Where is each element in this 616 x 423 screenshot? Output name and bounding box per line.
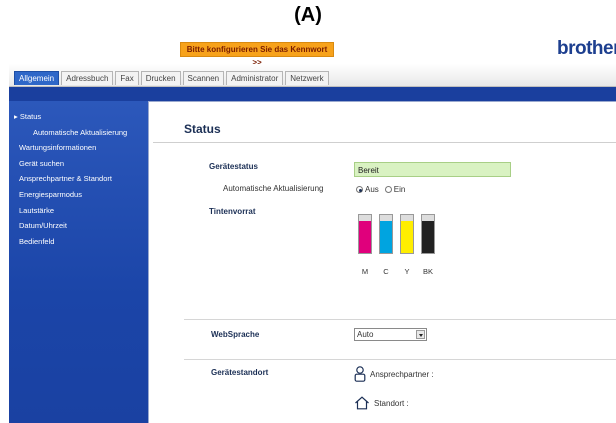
chevron-right-icon: ▸	[14, 112, 18, 121]
tab-allgemein[interactable]: Allgemein	[14, 71, 60, 85]
device-status-value: Bereit	[354, 162, 511, 177]
sidebar-item-bedienfeld[interactable]: Bedienfeld	[9, 234, 148, 250]
home-icon	[355, 396, 369, 410]
section-divider	[184, 319, 616, 320]
auto-update-off-radio[interactable]	[356, 186, 363, 193]
sidebar-item-lautstaerke[interactable]: Lautstärke	[9, 203, 148, 219]
tab-adressbuch[interactable]: Adressbuch	[61, 71, 114, 85]
sidebar-item-wartungsinformationen[interactable]: Wartungsinformationen	[9, 140, 148, 156]
ink-cartridge-bk	[421, 214, 435, 254]
ink-level-fill-y	[401, 220, 413, 253]
title-divider	[153, 142, 616, 143]
top-bar: Bitte konfigurieren Sie das Kennwort >> …	[9, 36, 616, 67]
ink-cartridge-y	[400, 214, 414, 254]
web-based-management-window: Bitte konfigurieren Sie das Kennwort >> …	[9, 36, 616, 423]
tab-drucken[interactable]: Drucken	[140, 71, 181, 85]
web-language-label: WebSprache	[211, 330, 260, 339]
brother-logo: brother	[557, 38, 616, 59]
auto-update-radio-group: Aus Ein	[356, 185, 411, 194]
section-divider	[184, 359, 616, 360]
device-location-label: Gerätestandort	[211, 368, 269, 377]
ink-supply-label: Tintenvorrat	[209, 207, 256, 216]
configure-password-link[interactable]: Bitte konfigurieren Sie das Kennwort >>	[180, 42, 334, 67]
location-row: Standort :	[354, 396, 409, 410]
web-language-value: Auto	[357, 330, 374, 339]
auto-update-on-label: Ein	[393, 185, 406, 194]
web-language-select[interactable]: Auto	[354, 328, 427, 341]
contact-row: Ansprechpartner :	[354, 366, 434, 382]
sidebar-item-ansprechpartner-standort[interactable]: Ansprechpartner & Standort	[9, 171, 148, 187]
tab-strip: Allgemein Adressbuch Fax Drucken Scannen…	[9, 64, 616, 87]
ink-cartridge-m	[358, 214, 372, 254]
page-title: Status	[184, 122, 221, 136]
chevron-down-icon[interactable]	[416, 330, 425, 339]
auto-update-label: Automatische Aktualisierung	[223, 184, 324, 193]
header-blue-bar	[9, 87, 616, 101]
ink-label-y: Y	[404, 267, 410, 276]
ink-label-c: C	[383, 267, 389, 276]
ink-level-fill-bk	[422, 220, 434, 253]
auto-update-off-label: Aus	[365, 185, 379, 194]
main-tabs: Allgemein Adressbuch Fax Drucken Scannen…	[14, 71, 331, 85]
sidebar: ▸ Status Automatische Aktualisierung War…	[9, 101, 148, 423]
tab-fax[interactable]: Fax	[115, 71, 139, 85]
person-icon	[354, 366, 366, 382]
sidebar-item-geraet-suchen[interactable]: Gerät suchen	[9, 156, 148, 172]
ink-cartridge-c	[379, 214, 393, 254]
tab-netzwerk[interactable]: Netzwerk	[285, 71, 329, 85]
main-content: Status Gerätestatus Bereit Automatische …	[148, 101, 616, 423]
auto-update-on-radio[interactable]	[384, 186, 392, 193]
tab-scannen[interactable]: Scannen	[182, 71, 225, 85]
ink-level-fill-c	[380, 220, 392, 253]
sidebar-item-automatische-aktualisierung[interactable]: Automatische Aktualisierung	[9, 125, 148, 141]
sidebar-item-status[interactable]: ▸ Status	[9, 109, 148, 125]
ink-label-bk: BK	[422, 267, 433, 276]
ink-level-fill-m	[359, 220, 371, 253]
contact-label: Ansprechpartner :	[370, 369, 434, 379]
location-label: Standort :	[374, 398, 409, 408]
figure-label: (A)	[294, 4, 322, 26]
ink-levels: M C Y BK	[358, 214, 438, 276]
device-status-label: Gerätestatus	[209, 162, 258, 171]
sidebar-item-label: Status	[19, 112, 42, 121]
sidebar-item-datum-uhrzeit[interactable]: Datum/Uhrzeit	[9, 218, 148, 234]
ink-label-m: M	[361, 267, 369, 276]
sidebar-item-energiesparmodus[interactable]: Energiesparmodus	[9, 187, 148, 203]
tab-administrator[interactable]: Administrator	[226, 71, 284, 85]
